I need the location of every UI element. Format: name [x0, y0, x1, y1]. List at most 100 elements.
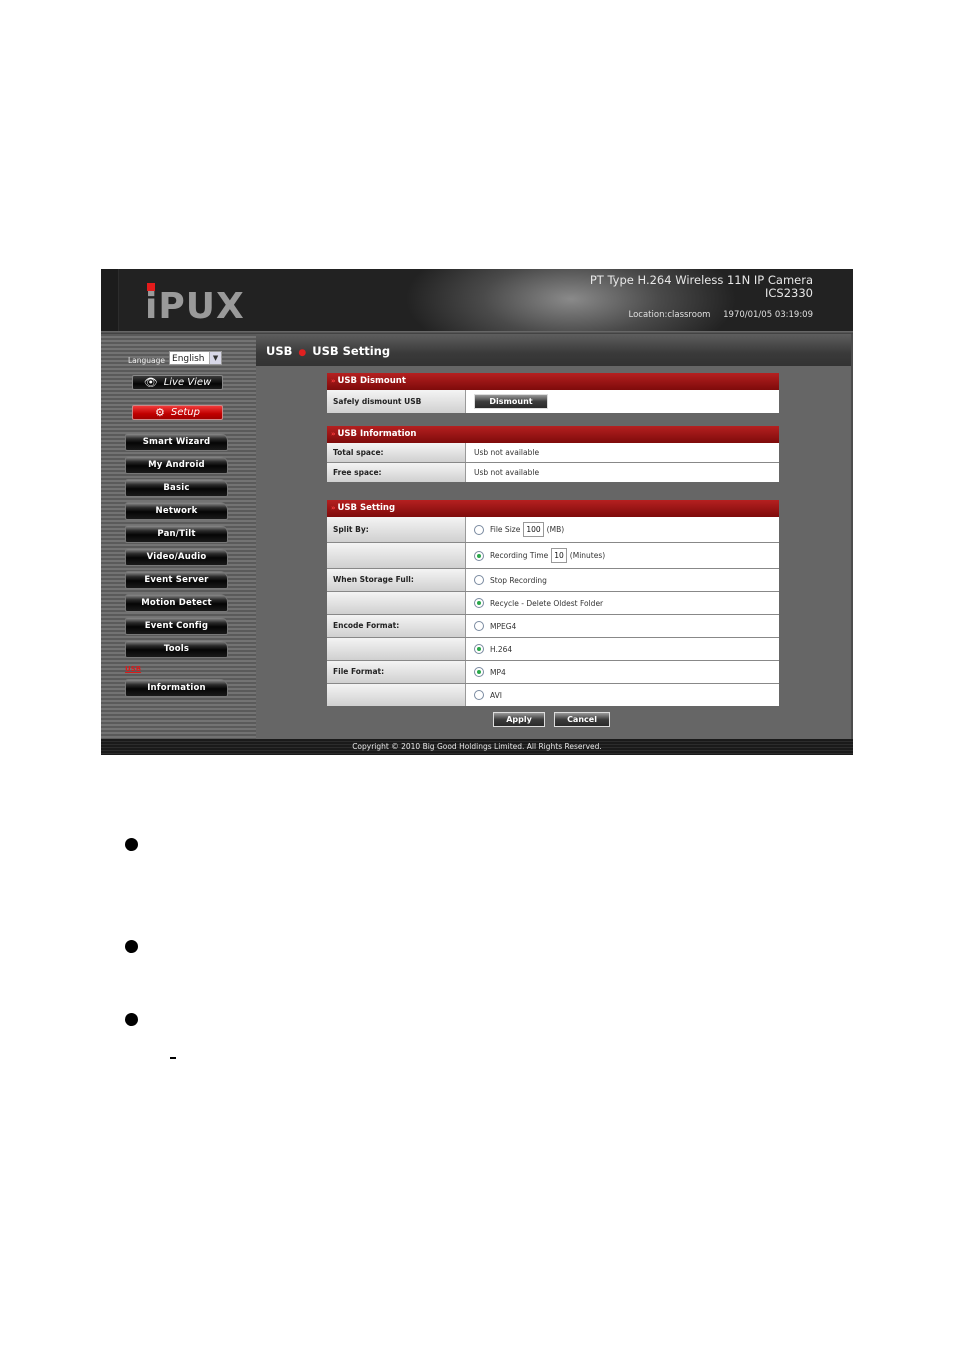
- encode-format-label: Encode Format:: [327, 615, 466, 637]
- recording-time-option: Recording Time 10 (Minutes): [466, 543, 779, 568]
- dash-mark: [170, 1057, 176, 1059]
- nav-pan-tilt[interactable]: Pan/Tilt: [125, 525, 228, 543]
- nav-video-audio[interactable]: Video/Audio: [125, 548, 228, 566]
- stop-recording-option: Stop Recording: [466, 569, 779, 591]
- nav-tools[interactable]: Tools: [125, 640, 228, 658]
- nav-motion-detect[interactable]: Motion Detect: [125, 594, 228, 612]
- bullet-icon: »: [331, 430, 336, 438]
- language-selector: Language English ▼: [128, 351, 223, 365]
- mp4-label: MP4: [490, 667, 506, 677]
- split-by-row: Split By: File Size 100 (MB): [327, 517, 779, 543]
- nav-basic[interactable]: Basic: [125, 479, 228, 497]
- file-size-option: File Size 100 (MB): [466, 517, 779, 542]
- mpeg4-option: MPEG4: [466, 615, 779, 637]
- bullet-icon: [125, 1013, 138, 1026]
- stop-recording-radio[interactable]: [474, 575, 484, 585]
- empty-label: [327, 684, 466, 706]
- nav-event-config[interactable]: Event Config: [125, 617, 228, 635]
- section-title: USB Dismount: [337, 376, 406, 386]
- camera-web-ui: iPUX PT Type H.264 Wireless 11N IP Camer…: [101, 269, 853, 755]
- free-space-label: Free space:: [327, 463, 466, 482]
- footer-copyright: Copyright © 2010 Big Good Holdings Limit…: [101, 739, 853, 755]
- nav-usb-link[interactable]: USB: [125, 665, 141, 673]
- usb-dismount-section: » USB Dismount Safely dismount USB Dismou…: [327, 373, 779, 413]
- storage-full-label: When Storage Full:: [327, 569, 466, 591]
- mp4-option: MP4: [466, 661, 779, 683]
- nav-information[interactable]: Information: [125, 679, 228, 697]
- gear-icon: ⚙: [155, 406, 165, 419]
- location-line: Location:classroom 1970/01/05 03:19:09: [619, 310, 813, 320]
- empty-label: [327, 592, 466, 614]
- free-space-row: Free space: Usb not available: [327, 463, 779, 482]
- mpeg4-radio[interactable]: [474, 621, 484, 631]
- recording-time-input[interactable]: 10: [551, 548, 567, 563]
- avi-option: AVI: [466, 684, 779, 706]
- language-select[interactable]: English ▼: [169, 351, 223, 365]
- h264-row: H.264: [327, 638, 779, 661]
- breadcrumb-parent[interactable]: USB: [266, 344, 292, 358]
- dismount-value: Dismount: [466, 390, 779, 413]
- recording-time-row: Recording Time 10 (Minutes): [327, 543, 779, 569]
- eye-icon: 👁: [143, 376, 158, 389]
- empty-label: [327, 638, 466, 660]
- mp4-radio[interactable]: [474, 667, 484, 677]
- recycle-row: Recycle - Delete Oldest Folder: [327, 592, 779, 615]
- avi-row: AVI: [327, 684, 779, 706]
- file-format-row: File Format: MP4: [327, 661, 779, 684]
- file-size-input[interactable]: 100: [523, 522, 544, 537]
- bullet-icon: [125, 838, 138, 851]
- total-space-label: Total space:: [327, 443, 466, 462]
- usb-information-section: » USB Information Total space: Usb not av…: [327, 426, 779, 482]
- nav-smart-wizard[interactable]: Smart Wizard: [125, 433, 228, 451]
- recording-time-label: Recording Time: [490, 551, 549, 560]
- live-view-button[interactable]: 👁 Live View: [132, 375, 223, 390]
- logo-text: iPUX: [145, 286, 245, 327]
- sidebar: Language English ▼ 👁 Live View ⚙ Setup S…: [101, 334, 256, 739]
- avi-label: AVI: [490, 690, 502, 700]
- bullet-icon: »: [331, 377, 336, 385]
- breadcrumb: USB ● USB Setting: [266, 344, 390, 358]
- h264-radio[interactable]: [474, 644, 484, 654]
- usb-setting-section: » USB Setting Split By: File Size 100 (MB…: [327, 500, 779, 706]
- mpeg4-label: MPEG4: [490, 621, 517, 631]
- dismount-button[interactable]: Dismount: [474, 394, 548, 409]
- setup-label: Setup: [170, 407, 200, 418]
- recording-time-unit: (Minutes): [569, 551, 606, 560]
- section-header: » USB Information: [327, 426, 779, 443]
- header-left-bar: [101, 269, 119, 331]
- nav-event-server[interactable]: Event Server: [125, 571, 228, 589]
- product-title: PT Type H.264 Wireless 11N IP Camera ICS…: [590, 274, 813, 300]
- empty-label: [327, 543, 466, 568]
- nav-network[interactable]: Network: [125, 502, 228, 520]
- dismount-label: Safely dismount USB: [327, 390, 466, 413]
- chevron-down-icon[interactable]: ▼: [209, 352, 222, 364]
- total-space-value: Usb not available: [466, 443, 779, 462]
- datetime-text: 1970/01/05 03:19:09: [723, 310, 813, 320]
- breadcrumb-bar: USB ● USB Setting: [256, 334, 853, 366]
- total-space-row: Total space: Usb not available: [327, 443, 779, 463]
- right-edge: [851, 334, 853, 739]
- avi-radio[interactable]: [474, 690, 484, 700]
- header: iPUX PT Type H.264 Wireless 11N IP Camer…: [101, 269, 853, 331]
- section-title: USB Information: [337, 429, 417, 439]
- live-view-label: Live View: [163, 377, 212, 388]
- recording-time-radio[interactable]: [474, 550, 484, 561]
- recycle-option: Recycle - Delete Oldest Folder: [466, 592, 779, 614]
- recycle-radio[interactable]: [474, 598, 484, 608]
- stop-recording-label: Stop Recording: [490, 575, 547, 585]
- section-header: » USB Setting: [327, 500, 779, 517]
- setup-button[interactable]: ⚙ Setup: [132, 405, 223, 420]
- file-size-label: File Size: [490, 525, 521, 534]
- language-value: English: [172, 354, 205, 364]
- storage-full-row: When Storage Full: Stop Recording: [327, 569, 779, 592]
- apply-button[interactable]: Apply: [493, 712, 545, 727]
- file-size-unit: (MB): [546, 525, 565, 534]
- bullet-icon: [125, 940, 138, 953]
- nav-my-android[interactable]: My Android: [125, 456, 228, 474]
- encode-format-row: Encode Format: MPEG4: [327, 615, 779, 638]
- bullet-icon: »: [331, 504, 336, 512]
- cancel-button[interactable]: Cancel: [554, 712, 610, 727]
- section-title: USB Setting: [337, 503, 396, 513]
- location-text: Location:classroom: [628, 310, 711, 320]
- file-size-radio[interactable]: [474, 524, 484, 535]
